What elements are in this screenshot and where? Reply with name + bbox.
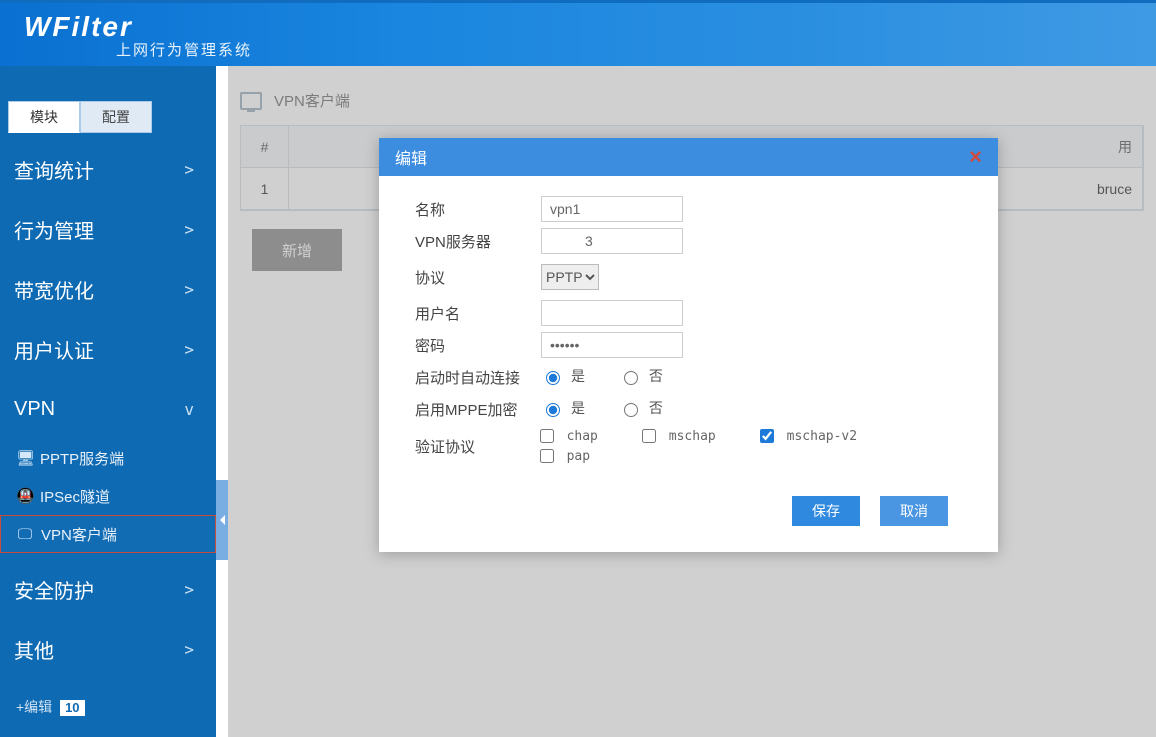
sidebar-collapse-handle[interactable] <box>216 480 228 560</box>
chevron-right-icon: > <box>184 220 194 239</box>
chevron-right-icon: > <box>184 280 194 299</box>
nav-group-querystats[interactable]: 查询统计 > <box>0 139 216 199</box>
autoconnect-yes-radio[interactable] <box>546 371 560 385</box>
label-protocol: 协议 <box>415 267 541 288</box>
nav-group-label: 用户认证 <box>14 335 94 364</box>
close-icon[interactable]: × <box>969 144 982 170</box>
sidebar-tab-config[interactable]: 配置 <box>80 101 152 133</box>
sidebar-handle-track <box>216 66 228 737</box>
label-mppe: 启用MPPE加密 <box>415 399 541 420</box>
nav-group-label: 安全防护 <box>14 575 94 604</box>
nav-group-label: 带宽优化 <box>14 275 94 304</box>
mppe-no-radio[interactable] <box>624 403 638 417</box>
nav-group-label: 行为管理 <box>14 215 94 244</box>
chevron-right-icon: > <box>184 580 194 599</box>
modal-body: 名称 VPN服务器 协议 PPTP 用户名 密码 启 <box>379 176 998 476</box>
label-name: 名称 <box>415 199 541 220</box>
auth-mschap-checkbox[interactable] <box>642 429 656 443</box>
sidebar-nav: 查询统计 > 行为管理 > 带宽优化 > 用户认证 > VPN v 🖥 <box>0 139 216 717</box>
nav-group-bandwidth[interactable]: 带宽优化 > <box>0 259 216 319</box>
server-input[interactable] <box>541 228 683 254</box>
chevron-right-icon: > <box>184 160 194 179</box>
nav-edit-label: +编辑 <box>16 699 52 715</box>
nav-item-label: VPN客户端 <box>41 524 117 545</box>
nav-group-behavior[interactable]: 行为管理 > <box>0 199 216 259</box>
nav-group-userauth[interactable]: 用户认证 > <box>0 319 216 379</box>
nav-vpn-sublist: 🖥 PPTP服务端 🚇 IPSec隧道 🖵 VPN客户端 <box>0 439 216 559</box>
auth-pap[interactable]: pap <box>536 446 590 466</box>
nav-item-vpn-client[interactable]: 🖵 VPN客户端 <box>0 515 216 553</box>
chevron-right-icon: > <box>184 340 194 359</box>
server-icon: 🖥 <box>16 449 32 467</box>
sidebar-tabs: 模块 配置 <box>0 66 216 133</box>
nav-group-other[interactable]: 其他 > <box>0 619 216 679</box>
nav-group-label: VPN <box>14 398 55 421</box>
nav-item-label: IPSec隧道 <box>40 486 110 507</box>
protocol-select[interactable]: PPTP <box>541 264 599 290</box>
edit-modal: 编辑 × 名称 VPN服务器 协议 PPTP 用户名 <box>379 138 998 552</box>
modal-footer: 保存 取消 <box>379 476 998 552</box>
monitor-icon: 🖵 <box>17 526 33 543</box>
nav-item-ipsec-tunnel[interactable]: 🚇 IPSec隧道 <box>0 477 216 515</box>
label-username: 用户名 <box>415 303 541 324</box>
modal-title: 编辑 <box>395 145 427 169</box>
username-input[interactable] <box>541 300 683 326</box>
cancel-button[interactable]: 取消 <box>880 496 948 526</box>
mppe-no[interactable]: 否 <box>619 398 663 418</box>
nav-group-label: 其他 <box>14 635 54 664</box>
nav-group-security[interactable]: 安全防护 > <box>0 559 216 619</box>
sidebar-tab-module[interactable]: 模块 <box>8 101 80 133</box>
tunnel-icon: 🚇 <box>16 487 32 505</box>
nav-edit[interactable]: +编辑 10 <box>0 679 216 717</box>
chevron-down-icon: v <box>184 400 194 419</box>
auth-mschapv2-checkbox[interactable] <box>760 429 774 443</box>
nav-item-label: PPTP服务端 <box>40 448 124 469</box>
nav-edit-count: 10 <box>60 700 84 716</box>
modal-header: 编辑 × <box>379 138 998 176</box>
mppe-yes-radio[interactable] <box>546 403 560 417</box>
label-server: VPN服务器 <box>415 231 541 252</box>
auth-mschapv2[interactable]: mschap-v2 <box>756 426 857 446</box>
auth-chap-checkbox[interactable] <box>540 429 554 443</box>
password-input[interactable] <box>541 332 683 358</box>
top-banner: WFilter 上网行为管理系统 <box>0 0 1156 66</box>
sidebar: 模块 配置 查询统计 > 行为管理 > 带宽优化 > 用户认证 > VPN v <box>0 66 216 737</box>
nav-item-pptp-server[interactable]: 🖥 PPTP服务端 <box>0 439 216 477</box>
brand-subtitle: 上网行为管理系统 <box>116 39 252 60</box>
label-autoconnect: 启动时自动连接 <box>415 367 541 388</box>
autoconnect-no[interactable]: 否 <box>619 366 663 386</box>
chevron-right-icon: > <box>184 640 194 659</box>
mppe-yes[interactable]: 是 <box>541 398 585 418</box>
autoconnect-yes[interactable]: 是 <box>541 366 585 386</box>
nav-group-label: 查询统计 <box>14 155 94 184</box>
auth-mschap[interactable]: mschap <box>638 426 716 446</box>
auth-chap[interactable]: chap <box>536 426 598 446</box>
nav-group-vpn[interactable]: VPN v <box>0 379 216 439</box>
autoconnect-no-radio[interactable] <box>624 371 638 385</box>
name-input[interactable] <box>541 196 683 222</box>
auth-pap-checkbox[interactable] <box>540 449 554 463</box>
save-button[interactable]: 保存 <box>792 496 860 526</box>
label-auth: 验证协议 <box>415 436 536 457</box>
label-password: 密码 <box>415 335 541 356</box>
